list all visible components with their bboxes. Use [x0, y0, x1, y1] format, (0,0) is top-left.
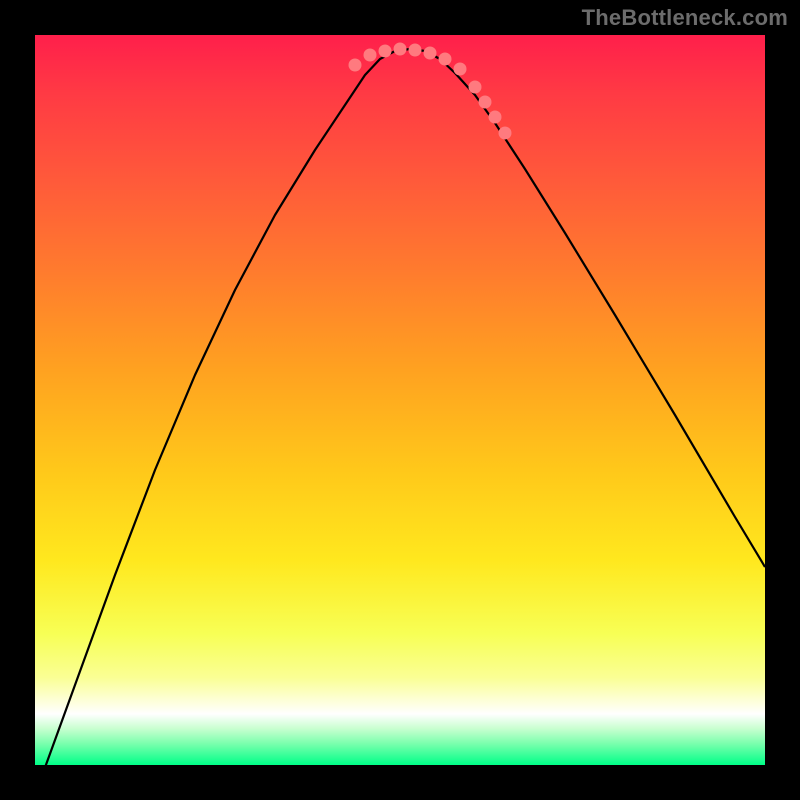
marker-dot — [349, 59, 362, 72]
bottleneck-curve-path — [35, 49, 765, 765]
marker-dot — [454, 63, 467, 76]
marker-dot — [424, 47, 437, 60]
marker-dot — [499, 127, 512, 140]
marker-dot — [379, 45, 392, 58]
marker-dot — [479, 96, 492, 109]
marker-dot — [469, 81, 482, 94]
watermark-text: TheBottleneck.com — [582, 5, 788, 31]
chart-frame: TheBottleneck.com — [0, 0, 800, 800]
marker-dot — [394, 43, 407, 56]
marker-dot — [364, 49, 377, 62]
marker-dot — [409, 44, 422, 57]
bottleneck-curve-svg — [35, 35, 765, 765]
plot-area — [35, 35, 765, 765]
marker-dot — [489, 111, 502, 124]
marker-dot — [439, 53, 452, 66]
